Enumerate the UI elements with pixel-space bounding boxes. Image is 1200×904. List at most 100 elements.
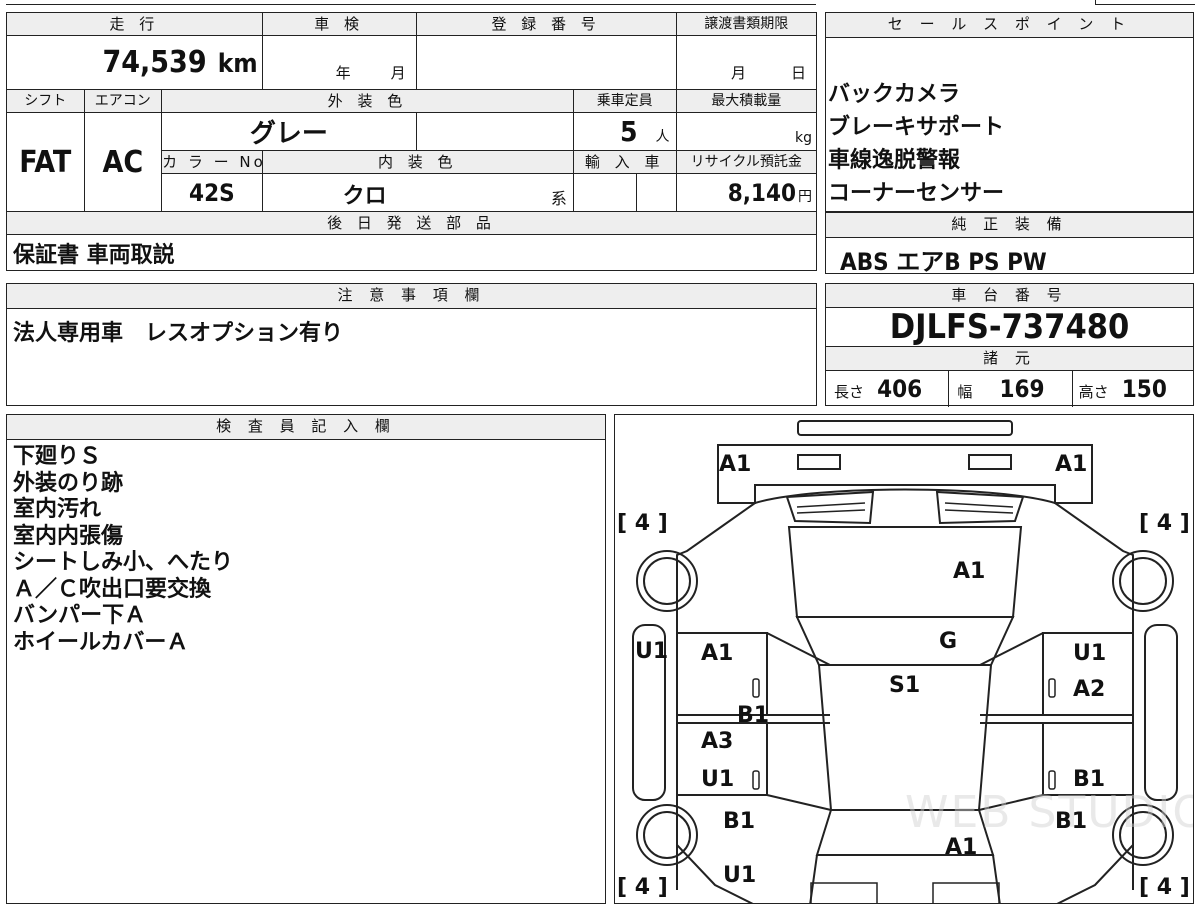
- shift-value: FAT: [6, 112, 85, 212]
- recycle-unit: 円: [798, 188, 812, 205]
- inspector-box: 検 査 員 記 入 欄 下廻りＳ 外装のり跡 室内汚れ 室内内張傷 シートしみ小…: [6, 414, 606, 904]
- recycle-value: 8,140: [727, 178, 796, 207]
- spec-width-value: 169: [999, 375, 1045, 403]
- capacity-label: 乗車定員: [572, 89, 677, 113]
- inspector-line: シートしみ小、へたり: [13, 550, 234, 575]
- front-right-door-grade: U1: [1073, 641, 1107, 666]
- tire-right-bottom-value: 4: [1156, 875, 1173, 900]
- rear-gate-grade: A1: [945, 835, 978, 860]
- transfer-day: 日: [790, 64, 806, 82]
- mileage-unit: km: [217, 49, 258, 79]
- spec-height-label: 高さ: [1078, 383, 1109, 401]
- top-edge-strip-right: [1095, 0, 1195, 5]
- color-no-label: カ ラ ー No.: [161, 150, 263, 174]
- later-parts-value: 保証書 車両取説: [6, 234, 817, 271]
- interior-color-suffix: 系: [550, 189, 567, 208]
- later-parts-label: 後 日 発 送 部 品: [6, 211, 817, 235]
- chassis-label: 車 台 番 号: [826, 284, 1193, 308]
- aircon-value: AC: [83, 112, 163, 212]
- roof-grade: S1: [889, 673, 921, 698]
- genuine-equipment-box: 純 正 装 備 ABS エアB PS PW: [825, 212, 1194, 276]
- inspection-label: 車 検: [261, 12, 417, 36]
- inspection-month: 月: [390, 64, 406, 82]
- genuine-equipment-value: ABS エアB PS PW: [840, 248, 1047, 276]
- chassis-value: DJLFS-737480: [826, 308, 1193, 347]
- max-load-unit: kg: [795, 130, 812, 146]
- exterior-color-extra: [415, 112, 574, 151]
- inspector-lines: 下廻りＳ 外装のり跡 室内汚れ 室内内張傷 シートしみ小、へたり Ａ／Ｃ吹出口要…: [7, 440, 605, 656]
- car-diagram-box: [ 4 ] [ 4 ] [ 4 ] [ 4 ] A1 A1 A1 G S1 U1…: [614, 414, 1194, 904]
- tire-left-bottom-value: 4: [634, 875, 651, 900]
- inspector-line: 外装のり跡: [13, 470, 124, 496]
- shift-label: シフト: [6, 89, 85, 113]
- import-cell-a: [572, 173, 637, 212]
- notes-label: 注 意 事 項 欄: [7, 284, 816, 309]
- tire-left-top-value: 4: [634, 511, 651, 536]
- notes-box: 注 意 事 項 欄 法人専用車 レスオプション有り: [6, 283, 817, 406]
- front-left-mark-grade: B1: [737, 703, 770, 728]
- interior-color-value: クロ: [342, 184, 387, 209]
- spec-height-value: 150: [1121, 375, 1167, 403]
- watermark: WEB STUDIO: [905, 787, 1194, 838]
- recycle-label: リサイクル預託金: [675, 150, 818, 174]
- mileage-label: 走 行: [6, 12, 263, 36]
- max-load-cell: kg: [675, 112, 818, 151]
- registration-cell: [415, 35, 677, 90]
- transfer-month: 月: [730, 64, 746, 82]
- front-bumper-right-grade: A1: [1055, 452, 1088, 477]
- mileage-cell: 74,539 km: [6, 35, 263, 90]
- front-right-fender-grade: A2: [1073, 677, 1106, 702]
- spec-width: 幅 169: [949, 371, 1073, 407]
- specs-row: 長さ 406 幅 169 高さ 150: [826, 371, 1193, 407]
- inspector-line: 下廻りＳ: [13, 444, 102, 469]
- rear-left-quarter-grade: B1: [723, 809, 756, 834]
- rear-left-bottom-grade: U1: [723, 863, 757, 888]
- mileage-value: 74,539: [102, 45, 207, 80]
- transfer-deadline-label: 譲渡書類期限: [675, 12, 818, 36]
- inspector-label: 検 査 員 記 入 欄: [7, 415, 605, 440]
- inspection-cell: 年月: [261, 35, 417, 90]
- spec-length: 長さ 406: [826, 371, 950, 407]
- hood-grade: A1: [953, 559, 986, 584]
- recycle-cell: 8,140 円: [675, 173, 818, 212]
- front-left-fender-grade: U1: [635, 639, 669, 664]
- specs-label: 諸 元: [826, 347, 1193, 371]
- tire-left-bottom: [ 4 ]: [617, 875, 668, 900]
- interior-color-label: 内 装 色: [261, 150, 574, 174]
- sales-points-label: セ ー ル ス ポ イ ン ト: [826, 13, 1193, 38]
- inspector-line: バンパー下Ａ: [13, 603, 147, 628]
- spec-length-value: 406: [877, 375, 923, 403]
- tire-left-top: [ 4 ]: [617, 511, 668, 536]
- tire-right-top-value: 4: [1156, 511, 1173, 536]
- transfer-deadline-cell: 月日: [675, 35, 818, 90]
- inspector-line: ホイールカバーＡ: [13, 629, 189, 655]
- capacity-value: 5: [620, 115, 638, 148]
- exterior-color-value: グレー: [161, 112, 417, 151]
- front-bumper-left-grade: A1: [719, 452, 752, 477]
- front-left-door-grade: A1: [701, 641, 734, 666]
- rear-left-door-upper-grade: A3: [701, 729, 734, 754]
- vehicle-info-grid: 走 行 車 検 登 録 番 号 譲渡書類期限 74,539 km 年月 月日 シ…: [6, 12, 818, 271]
- sales-points-list: バックカメラ ブレーキサポート 車線逸脱警報 コーナーセンサー: [826, 38, 1193, 210]
- sales-point-item: コーナーセンサー: [828, 181, 1005, 206]
- sales-points-box: セ ー ル ス ポ イ ン ト バックカメラ ブレーキサポート 車線逸脱警報 コ…: [825, 12, 1194, 212]
- import-label: 輸 入 車: [572, 150, 677, 174]
- registration-label: 登 録 番 号: [415, 12, 677, 36]
- rear-left-door-lower-grade: U1: [701, 767, 735, 792]
- capacity-cell: 5人: [572, 112, 677, 151]
- import-cell-b: [635, 173, 677, 212]
- aircon-label: エアコン: [83, 89, 163, 113]
- chassis-box: 車 台 番 号 DJLFS-737480 諸 元 長さ 406 幅 169 高さ…: [825, 283, 1194, 407]
- exterior-color-label: 外 装 色: [161, 89, 574, 113]
- sales-point-item: 車線逸脱警報: [828, 148, 961, 173]
- color-no-value: 42S: [161, 173, 263, 212]
- spec-length-label: 長さ: [834, 383, 865, 401]
- genuine-equipment-label: 純 正 装 備: [826, 213, 1193, 238]
- tire-right-bottom: [ 4 ]: [1139, 875, 1190, 900]
- spec-width-label: 幅: [957, 383, 973, 401]
- interior-color-cell: クロ 系: [261, 173, 574, 212]
- capacity-unit: 人: [655, 129, 670, 145]
- top-edge-strip: [6, 0, 816, 5]
- windshield-grade: G: [939, 629, 958, 654]
- spec-height: 高さ 150: [1073, 371, 1193, 407]
